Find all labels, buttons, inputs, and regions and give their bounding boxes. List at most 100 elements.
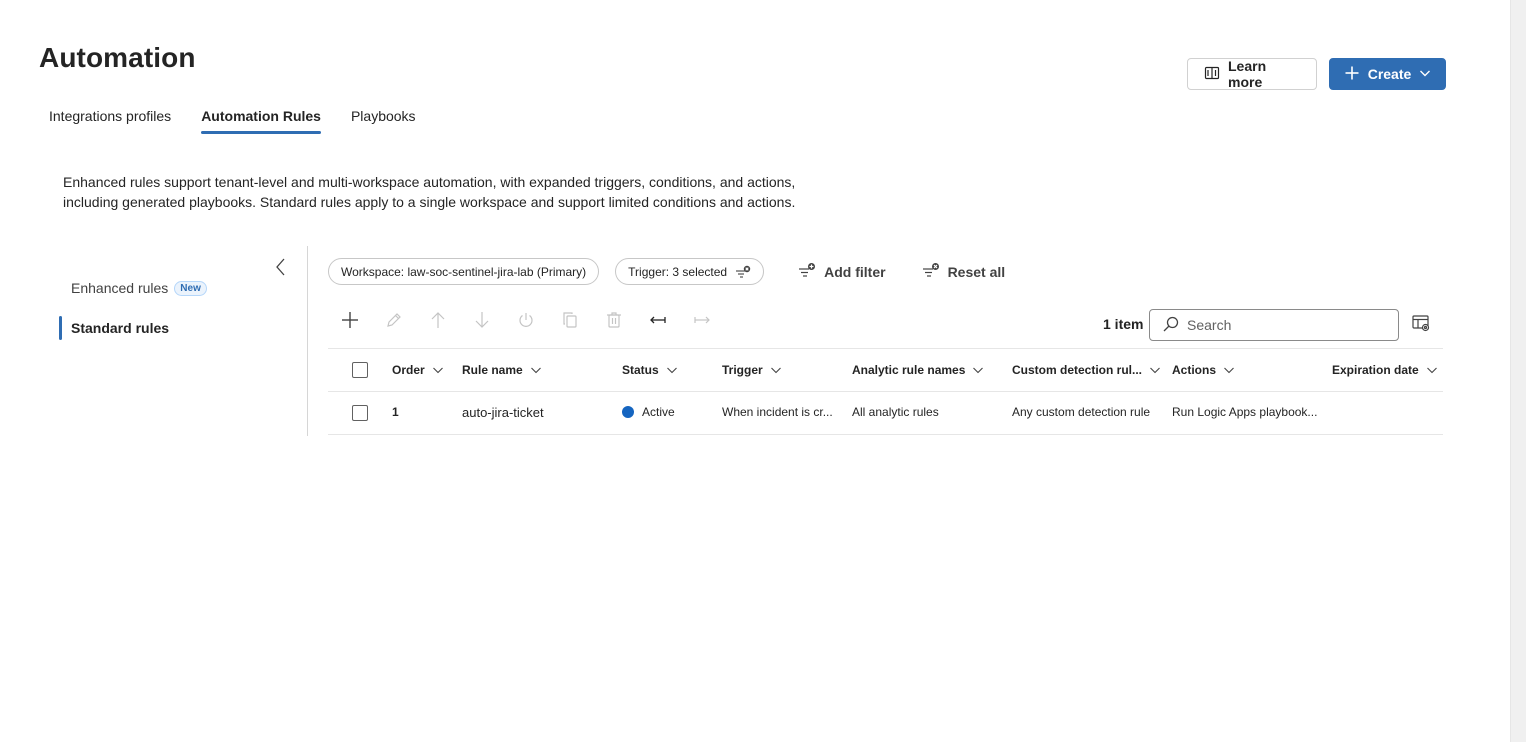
workspace-filter-pill[interactable]: Workspace: law-soc-sentinel-jira-lab (Pr… <box>328 258 600 285</box>
analytic-rule-names-cell: All analytic rules <box>852 405 939 419</box>
chevron-down-icon <box>1223 364 1235 376</box>
column-header-analytic-rule-names[interactable]: Analytic rule names <box>852 363 984 377</box>
move-down-button[interactable] <box>471 311 493 333</box>
column-header-trigger[interactable]: Trigger <box>722 363 782 377</box>
status-label: Active <box>642 405 675 419</box>
column-header-label: Trigger <box>722 363 763 377</box>
custom-detection-rule-cell: Any custom detection rule <box>1012 405 1151 419</box>
learn-more-label: Learn more <box>1228 58 1267 90</box>
column-header-status[interactable]: Status <box>622 363 678 377</box>
add-icon <box>340 310 360 335</box>
add-rule-button[interactable] <box>339 311 361 333</box>
rule-name-cell[interactable]: auto-jira-ticket <box>462 405 544 420</box>
add-filter-icon <box>798 262 816 281</box>
side-nav-label: Enhanced rules <box>71 280 169 296</box>
select-all-cell <box>352 362 368 378</box>
search-box[interactable] <box>1149 309 1399 341</box>
chevron-down-icon <box>666 364 678 376</box>
description-line-2: including generated playbooks. Standard … <box>63 194 796 210</box>
move-up-button[interactable] <box>427 311 449 333</box>
column-header-label: Status <box>622 363 659 377</box>
column-header-label: Rule name <box>462 363 523 377</box>
enable-disable-button[interactable] <box>515 311 537 333</box>
actions-label: Run Logic Apps playbook... <box>1172 405 1318 419</box>
select-all-checkbox[interactable] <box>352 362 368 378</box>
collapse-columns-icon <box>648 310 668 335</box>
chevron-down-icon <box>1149 364 1161 376</box>
filter-bar: Workspace: law-soc-sentinel-jira-lab (Pr… <box>328 258 1023 285</box>
column-header-label: Order <box>392 363 425 377</box>
command-toolbar <box>339 311 735 333</box>
page-title: Automation <box>39 42 196 73</box>
rules-side-nav: Enhanced rules New Standard rules <box>59 276 289 356</box>
trigger-filter-label: Trigger: 3 selected <box>628 264 728 279</box>
clear-filter-icon[interactable] <box>735 265 751 279</box>
table-row[interactable]: 1 auto-jira-ticket Active When incident … <box>328 392 1443 435</box>
column-header-label: Actions <box>1172 363 1217 377</box>
chevron-down-icon <box>770 364 782 376</box>
add-filter-label: Add filter <box>824 263 886 280</box>
tab-bar: Integrations profiles Automation Rules P… <box>39 104 436 134</box>
edit-button[interactable] <box>383 311 405 333</box>
reset-filter-icon <box>922 262 940 281</box>
column-header-label: Analytic rule names <box>852 363 966 377</box>
add-filter-button[interactable]: Add filter <box>798 262 886 281</box>
table-header-row: Order Rule name Status Trigger Analytic … <box>328 348 1443 392</box>
plus-icon <box>1344 65 1360 84</box>
column-header-actions[interactable]: Actions <box>1172 363 1235 377</box>
learn-more-button[interactable]: Learn more <box>1187 58 1317 90</box>
duplicate-button[interactable] <box>559 311 581 333</box>
column-settings-button[interactable] <box>1411 313 1431 333</box>
side-nav-label: Standard rules <box>71 320 170 336</box>
panel-divider <box>307 246 308 436</box>
page-scrollbar[interactable] <box>1510 0 1526 742</box>
chevron-down-icon <box>432 364 444 376</box>
row-checkbox[interactable] <box>352 405 368 421</box>
side-nav-item-enhanced-rules[interactable]: Enhanced rules New <box>59 276 289 300</box>
workspace-filter-label: Workspace: law-soc-sentinel-jira-lab (Pr… <box>341 264 587 279</box>
expand-columns-button[interactable] <box>691 311 713 333</box>
column-header-order[interactable]: Order <box>392 363 444 377</box>
reset-all-button[interactable]: Reset all <box>922 262 1006 281</box>
column-header-rule-name[interactable]: Rule name <box>462 363 542 377</box>
chevron-down-icon <box>972 364 984 376</box>
description-text: Enhanced rules support tenant-level and … <box>63 172 823 212</box>
actions-cell: Run Logic Apps playbook... <box>1172 405 1322 419</box>
create-button[interactable]: Create <box>1329 58 1446 90</box>
collapse-columns-button[interactable] <box>647 311 669 333</box>
chevron-down-icon <box>1426 364 1438 376</box>
tab-integrations-profiles[interactable]: Integrations profiles <box>39 104 181 134</box>
column-header-label: Custom detection rul... <box>1012 363 1143 377</box>
power-icon <box>516 310 536 335</box>
chevron-down-icon <box>1419 66 1431 82</box>
reset-all-label: Reset all <box>947 263 1006 280</box>
status-cell: Active <box>622 405 675 419</box>
column-header-label: Expiration date <box>1332 363 1419 377</box>
book-icon <box>1204 65 1220 84</box>
delete-button[interactable] <box>603 311 625 333</box>
expand-columns-icon <box>692 310 712 335</box>
row-select-cell <box>352 405 368 421</box>
chevron-down-icon <box>530 364 542 376</box>
search-icon <box>1162 315 1180 336</box>
column-header-expiration-date[interactable]: Expiration date <box>1332 363 1438 377</box>
column-header-custom-detection-rule[interactable]: Custom detection rul... <box>1012 363 1161 377</box>
collapse-panel-button[interactable] <box>272 257 290 277</box>
trigger-cell: When incident is cr... <box>722 405 837 419</box>
item-count: 1 item <box>1103 316 1144 332</box>
search-input[interactable] <box>1187 317 1387 333</box>
tab-playbooks[interactable]: Playbooks <box>341 104 426 134</box>
delete-icon <box>604 310 624 335</box>
move-up-icon <box>428 310 448 335</box>
automation-rules-table: Order Rule name Status Trigger Analytic … <box>328 348 1443 435</box>
tab-automation-rules[interactable]: Automation Rules <box>191 104 331 134</box>
edit-icon <box>384 310 404 335</box>
status-dot-icon <box>622 406 634 418</box>
trigger-label: When incident is cr... <box>722 405 833 419</box>
move-down-icon <box>472 310 492 335</box>
side-nav-item-standard-rules[interactable]: Standard rules <box>59 316 289 340</box>
copy-icon <box>560 310 580 335</box>
new-badge: New <box>174 280 207 296</box>
create-label: Create <box>1367 66 1412 82</box>
trigger-filter-pill[interactable]: Trigger: 3 selected <box>615 258 765 285</box>
